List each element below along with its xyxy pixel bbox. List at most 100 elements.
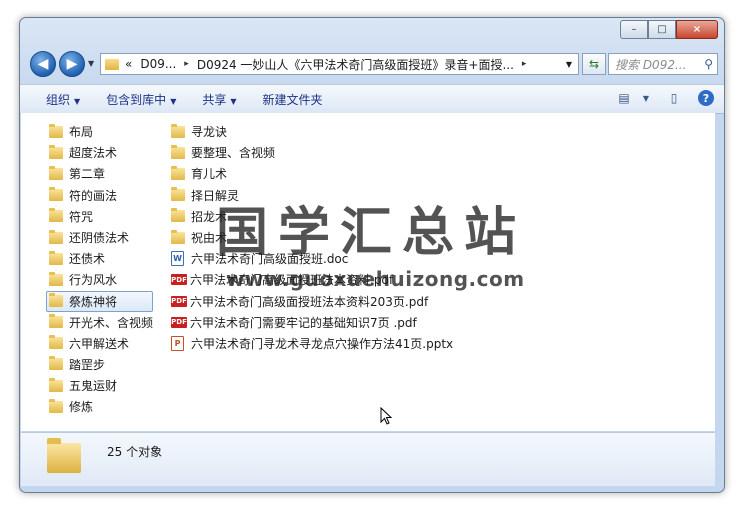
list-item[interactable]: 符的画法	[49, 185, 153, 206]
new-folder-button[interactable]: 新建文件夹	[263, 91, 323, 108]
list-item[interactable]: PDF 六甲法术奇门高级面授班法本资料.pdf	[171, 269, 453, 290]
pdf-icon: PDF	[171, 274, 187, 286]
list-item[interactable]: W 六甲法术奇门高级面授班.doc	[171, 248, 453, 269]
pdf-icon: PDF	[171, 316, 187, 328]
mouse-cursor-icon	[380, 407, 392, 425]
search-input[interactable]: 搜索 D092...	[615, 56, 704, 73]
item-label: 五鬼运财	[69, 379, 118, 394]
list-item[interactable]: 开光术、含视频	[49, 312, 153, 333]
item-label: 第二章	[69, 167, 106, 182]
folder-icon	[171, 123, 185, 138]
item-label: 六甲法术奇门高级面授班法本资料203页.pdf	[190, 294, 429, 309]
chevron-down-icon: ▼	[170, 96, 177, 106]
folder-icon	[49, 208, 63, 223]
list-item[interactable]: PDF 六甲法术奇门高级面授班法本资料203页.pdf	[171, 291, 453, 312]
organize-menu[interactable]: 组织 ▼	[46, 91, 80, 108]
item-label: 修炼	[69, 400, 94, 415]
item-label: 六甲法术奇门高级面授班法本资料.pdf	[190, 273, 394, 288]
item-label: 寻龙诀	[191, 125, 228, 140]
item-label: 育儿术	[191, 167, 228, 182]
folder-icon	[49, 398, 63, 413]
explorer-window: – □ × ◀ ▶ ▼ « D09... ▸ D0924 一妙山人《六甲法术奇门…	[19, 17, 725, 493]
folder-icon	[171, 165, 185, 180]
maximize-button[interactable]: □	[648, 20, 676, 39]
preview-pane-icon[interactable]: ▯	[664, 89, 684, 107]
address-part-current[interactable]: D0924 一妙山人《六甲法术奇门高级面授班》录音+面授...	[197, 56, 514, 73]
list-item[interactable]: 超度法术	[49, 142, 153, 163]
folder-icon	[47, 438, 81, 473]
folder-icon	[171, 208, 185, 223]
back-arrow-icon: ◀	[37, 56, 49, 72]
list-item-selected[interactable]: 祭炼神将	[46, 290, 154, 312]
item-label: 要整理、含视频	[191, 146, 276, 161]
item-label: 超度法术	[69, 146, 118, 161]
close-button[interactable]: ×	[676, 20, 718, 39]
include-in-library-menu[interactable]: 包含到库中 ▼	[106, 91, 176, 108]
folder-icon	[171, 229, 185, 244]
item-label: 择日解灵	[191, 188, 240, 203]
file-column-1: 布局 超度法术 第二章 符的画法 符咒 还阴债法术 还债术 行为风水 祭炼神将 …	[46, 121, 154, 417]
item-label: 还债术	[69, 252, 106, 267]
list-item[interactable]: 符咒	[49, 206, 153, 227]
item-label: 还阴债法术	[69, 231, 130, 246]
address-overflow[interactable]: «	[125, 57, 132, 71]
folder-icon	[105, 58, 119, 70]
recent-pages-dropdown[interactable]: ▼	[88, 59, 94, 68]
list-item[interactable]: 祝由术	[171, 227, 453, 248]
search-box[interactable]: 搜索 D092... ⚲	[608, 53, 718, 75]
window-controls: – □ ×	[620, 20, 718, 39]
view-dropdown-icon[interactable]: ▼	[636, 89, 656, 107]
item-label: 招龙术	[191, 209, 228, 224]
item-count: 25 个对象	[107, 445, 163, 459]
share-menu[interactable]: 共享 ▼	[202, 91, 236, 108]
folder-icon	[49, 123, 63, 138]
help-icon[interactable]: ?	[698, 90, 714, 106]
view-options-icon[interactable]: ▤	[614, 89, 634, 107]
list-item[interactable]: 招龙术	[171, 206, 453, 227]
list-item[interactable]: 择日解灵	[171, 185, 453, 206]
list-item[interactable]: 要整理、含视频	[171, 142, 453, 163]
list-item[interactable]: 六甲解送术	[49, 333, 153, 354]
share-label: 共享	[202, 92, 227, 107]
address-separator-icon[interactable]: ▸	[184, 59, 189, 69]
address-part-parent[interactable]: D09...	[140, 57, 176, 71]
list-item[interactable]: 踏罡步	[49, 354, 153, 375]
item-label: 开光术、含视频	[69, 315, 154, 330]
item-label: 六甲法术奇门寻龙术寻龙点穴操作方法41页.pptx	[191, 336, 454, 351]
list-item[interactable]: PDF 六甲法术奇门需要牢记的基础知识7页 .pdf	[171, 312, 453, 333]
list-item[interactable]: 育儿术	[171, 163, 453, 184]
list-item[interactable]: 五鬼运财	[49, 375, 153, 396]
title-bar: – □ ×	[20, 18, 724, 42]
item-label: 行为风水	[69, 273, 118, 288]
forward-arrow-icon: ▶	[66, 56, 78, 72]
search-icon[interactable]: ⚲	[704, 57, 713, 71]
folder-icon	[171, 144, 185, 159]
word-document-icon: W	[171, 251, 184, 267]
item-label: 祝由术	[191, 231, 228, 246]
back-button[interactable]: ◀	[30, 51, 56, 77]
minimize-button[interactable]: –	[620, 20, 648, 39]
item-label: 六甲法术奇门需要牢记的基础知识7页 .pdf	[190, 315, 417, 330]
forward-button[interactable]: ▶	[59, 51, 85, 77]
list-item[interactable]: 还阴债法术	[49, 227, 153, 248]
list-item[interactable]: 修炼	[49, 396, 153, 417]
address-separator-icon[interactable]: ▸	[522, 59, 527, 69]
chevron-down-icon: ▼	[74, 96, 81, 106]
list-item[interactable]: 布局	[49, 121, 153, 142]
item-label: 符咒	[69, 209, 94, 224]
address-dropdown-icon[interactable]: ▼	[566, 60, 572, 69]
folder-icon	[49, 356, 63, 371]
pdf-icon: PDF	[171, 295, 187, 307]
list-item[interactable]: 还债术	[49, 248, 153, 269]
list-item[interactable]: 行为风水	[49, 269, 153, 290]
item-label: 布局	[69, 125, 94, 140]
folder-icon	[49, 335, 63, 350]
refresh-button[interactable]: ⇆	[582, 53, 606, 75]
list-item[interactable]: 第二章	[49, 163, 153, 184]
item-label: 六甲解送术	[69, 336, 130, 351]
item-label: 踏罡步	[69, 357, 106, 372]
list-item[interactable]: P 六甲法术奇门寻龙术寻龙点穴操作方法41页.pptx	[171, 333, 453, 354]
folder-icon	[49, 229, 63, 244]
list-item[interactable]: 寻龙诀	[171, 121, 453, 142]
address-bar[interactable]: « D09... ▸ D0924 一妙山人《六甲法术奇门高级面授班》录音+面授.…	[100, 53, 579, 75]
